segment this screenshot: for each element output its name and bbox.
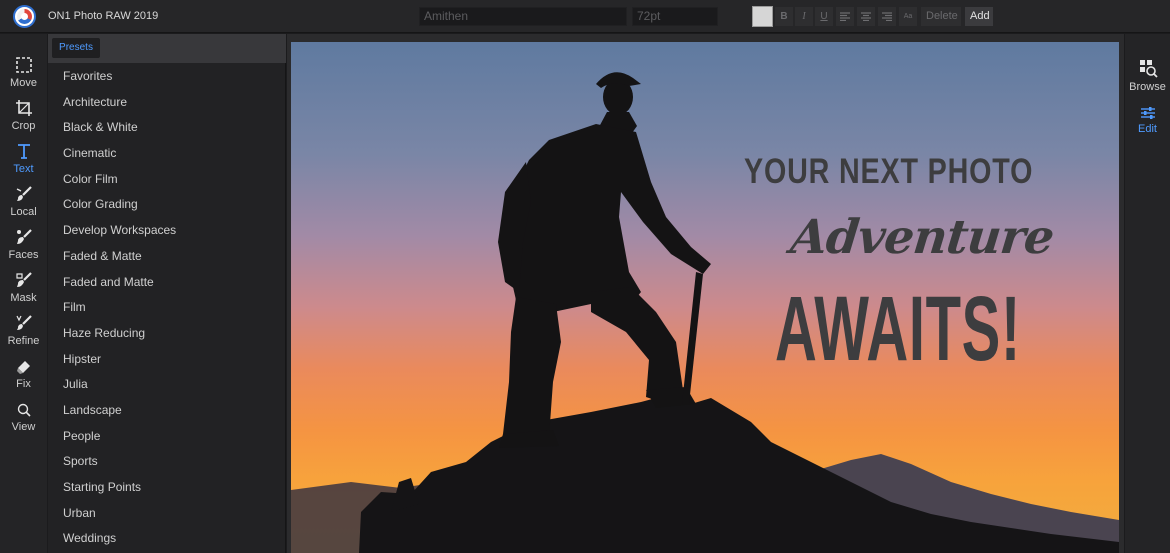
align-right-button[interactable]	[878, 7, 896, 26]
local-brush-icon	[16, 186, 32, 201]
text-color-swatch[interactable]	[752, 6, 773, 27]
module-rail: Browse Edit	[1125, 34, 1170, 553]
tool-faces[interactable]: Faces	[0, 228, 47, 268]
preset-category-item[interactable]: Weddings	[48, 526, 286, 552]
overlay-text-line-2[interactable]: Adventure	[754, 210, 1090, 265]
tool-refine[interactable]: Refine	[0, 314, 47, 354]
photo-preview[interactable]: YOUR NEXT PHOTO Adventure AWAITS!	[291, 42, 1119, 553]
align-left-button[interactable]	[836, 7, 854, 26]
preset-category-item[interactable]: Starting Points	[48, 475, 286, 501]
tool-local[interactable]: Local	[0, 185, 47, 225]
faces-icon	[16, 229, 32, 244]
tool-label: Text	[13, 163, 34, 175]
tool-label: Crop	[11, 120, 36, 132]
preset-category-item[interactable]: Architecture	[48, 90, 286, 116]
top-bar: ON1 Photo RAW 2019 Amithen 72pt B I U Aa…	[0, 0, 1170, 33]
tool-crop[interactable]: Crop	[0, 99, 47, 139]
tool-fix[interactable]: Fix	[0, 357, 47, 397]
preset-category-list: Favorites Architecture Black & White Cin…	[48, 64, 286, 552]
app-title: ON1 Photo RAW 2019	[48, 10, 159, 22]
small-caps-button[interactable]: Aa	[899, 7, 917, 26]
presets-panel: Presets Favorites Architecture Black & W…	[48, 34, 286, 553]
app-logo-icon	[13, 5, 36, 28]
text-icon	[17, 144, 30, 159]
module-edit[interactable]: Edit	[1125, 106, 1170, 135]
preset-category-item[interactable]: Faded & Matte	[48, 244, 286, 270]
move-icon	[15, 57, 32, 73]
tool-move[interactable]: Move	[0, 56, 47, 96]
module-label: Edit	[1138, 123, 1157, 135]
tool-label: Local	[10, 206, 37, 218]
tool-label: View	[11, 421, 36, 433]
image-canvas: YOUR NEXT PHOTO Adventure AWAITS!	[287, 34, 1124, 553]
font-size-field[interactable]: 72pt	[632, 7, 718, 26]
preset-category-item[interactable]: Black & White	[48, 115, 286, 141]
preset-category-item[interactable]: Landscape	[48, 398, 286, 424]
underline-button[interactable]: U	[815, 7, 833, 26]
preset-category-item[interactable]: Haze Reducing	[48, 321, 286, 347]
preset-category-item[interactable]: Sports	[48, 449, 286, 475]
preset-category-item[interactable]: Develop Workspaces	[48, 218, 286, 244]
preset-category-item[interactable]: People	[48, 424, 286, 450]
tool-label: Fix	[16, 378, 31, 390]
delete-button[interactable]: Delete	[921, 7, 961, 26]
italic-button[interactable]: I	[795, 7, 813, 26]
tool-label: Faces	[8, 249, 39, 261]
tool-rail: Move Crop Text Local Faces Mask Refine F…	[0, 34, 47, 553]
tool-label: Refine	[7, 335, 40, 347]
module-label: Browse	[1129, 81, 1166, 93]
mask-icon	[15, 272, 32, 287]
preset-category-item[interactable]: Film	[48, 295, 286, 321]
align-left-icon	[840, 12, 850, 22]
tool-view[interactable]: View	[0, 402, 47, 442]
module-browse[interactable]: Browse	[1125, 58, 1170, 93]
align-center-button[interactable]	[857, 7, 875, 26]
preset-category-item[interactable]: Hipster	[48, 347, 286, 373]
sliders-icon	[1140, 107, 1155, 119]
align-right-icon	[882, 12, 892, 22]
tool-mask[interactable]: Mask	[0, 271, 47, 311]
hiker-silhouette	[498, 72, 711, 448]
overlay-text-line-1[interactable]: YOUR NEXT PHOTO	[744, 152, 1032, 192]
tool-text[interactable]: Text	[0, 142, 47, 182]
magnifier-icon	[17, 403, 31, 417]
preset-category-item[interactable]: Julia	[48, 372, 286, 398]
preset-category-item[interactable]: Favorites	[48, 64, 286, 90]
fix-icon	[16, 361, 30, 374]
browse-icon	[1139, 60, 1158, 78]
bold-button[interactable]: B	[775, 7, 793, 26]
add-button[interactable]: Add	[965, 7, 993, 26]
font-family-field[interactable]: Amithen	[419, 7, 627, 26]
overlay-text-line-3[interactable]: AWAITS!	[775, 277, 1020, 382]
presets-header: Presets	[48, 34, 286, 63]
preset-category-item[interactable]: Cinematic	[48, 141, 286, 167]
preset-category-item[interactable]: Color Grading	[48, 192, 286, 218]
tool-label: Move	[10, 77, 37, 89]
tool-label: Mask	[10, 292, 37, 304]
preset-category-item[interactable]: Urban	[48, 501, 286, 527]
preset-category-item[interactable]: Color Film	[48, 167, 286, 193]
tab-presets[interactable]: Presets	[52, 38, 100, 58]
crop-icon	[15, 100, 32, 116]
refine-icon	[15, 315, 32, 330]
preset-category-item[interactable]: Faded and Matte	[48, 270, 286, 296]
align-center-icon	[861, 12, 871, 22]
